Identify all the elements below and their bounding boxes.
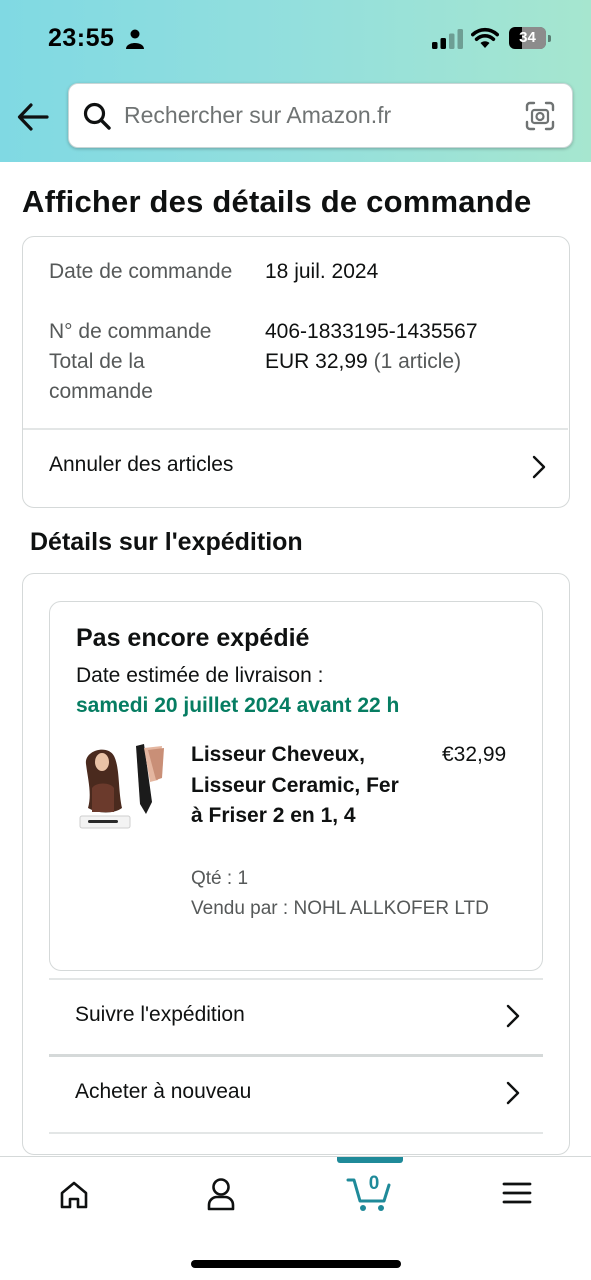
shipment-item-card: Pas encore expédié Date estimée de livra… — [49, 601, 543, 971]
delivery-estimate-label: Date estimée de livraison : — [76, 664, 324, 687]
person-status-icon — [126, 29, 144, 49]
person-icon — [207, 1178, 235, 1211]
cart-count: 0 — [368, 1173, 380, 1194]
tab-menu[interactable] — [467, 1157, 567, 1237]
product-image[interactable] — [78, 742, 166, 830]
home-icon — [60, 1181, 88, 1209]
search-icon — [83, 102, 111, 130]
buy-again-label: Acheter à nouveau — [75, 1080, 252, 1103]
product-quantity: Qté : 1 — [191, 868, 249, 889]
search-bar[interactable] — [68, 83, 573, 148]
chevron-right-icon — [506, 1004, 520, 1028]
product-title[interactable]: Lisseur Cheveux, Lisseur Ceramic, Fer à … — [191, 740, 411, 832]
order-total-value: EUR 32,99 (1 article) — [265, 347, 555, 377]
tab-home[interactable] — [24, 1157, 124, 1237]
order-date-value: 18 juil. 2024 — [265, 260, 379, 283]
order-number-value: 406-1833195-1435567 — [265, 320, 478, 343]
product-seller: Vendu par : NOHL ALLKOFER LTD — [191, 898, 489, 919]
chevron-right-icon — [506, 1081, 520, 1105]
status-time: 23:55 — [48, 24, 115, 52]
back-arrow-icon[interactable] — [16, 100, 50, 134]
tab-account[interactable] — [171, 1157, 271, 1237]
wifi-icon — [471, 27, 499, 48]
battery-level: 34 — [519, 29, 536, 46]
track-shipment-link[interactable]: Suivre l'expédition — [49, 979, 543, 1054]
product-price: €32,99 — [442, 743, 507, 766]
tab-cart[interactable]: 0 — [320, 1157, 420, 1237]
track-shipment-label: Suivre l'expédition — [75, 1003, 245, 1026]
order-number-label: N° de commande — [49, 320, 212, 343]
order-date-label: Date de commande — [49, 260, 233, 283]
home-indicator — [191, 1260, 401, 1268]
search-input[interactable] — [124, 84, 504, 147]
divider — [49, 1132, 543, 1134]
delivery-estimate-date: samedi 20 juillet 2024 avant 22 h — [76, 694, 400, 717]
hamburger-menu-icon — [502, 1182, 532, 1204]
shipment-section-title: Détails sur l'expédition — [30, 528, 303, 556]
chevron-right-icon — [532, 455, 546, 479]
shipment-status: Pas encore expédié — [76, 624, 310, 652]
cellular-signal-icon — [432, 29, 463, 49]
order-total-label: Total de la commande — [49, 350, 153, 403]
shipment-card: Pas encore expédié Date estimée de livra… — [22, 573, 570, 1155]
order-total-amount: EUR 32,99 — [265, 350, 368, 373]
battery-indicator: 34 — [509, 27, 551, 49]
order-summary-card: Date de commande 18 juil. 2024 N° de com… — [22, 236, 570, 508]
order-total-items: (1 article) — [373, 350, 462, 373]
cancel-items-label: Annuler des articles — [49, 453, 234, 476]
cancel-items-link[interactable]: Annuler des articles — [23, 429, 568, 507]
camera-scan-icon[interactable] — [525, 101, 555, 131]
buy-again-link[interactable]: Acheter à nouveau — [49, 1057, 543, 1132]
page-title: Afficher des détails de commande — [22, 184, 532, 219]
